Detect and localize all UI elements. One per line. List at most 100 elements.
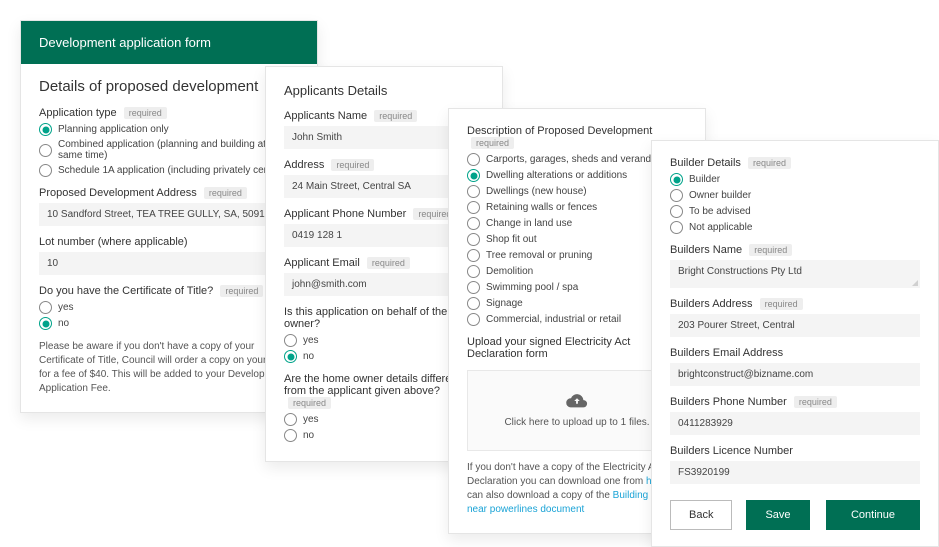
- builders-email-label: Builders Email Address: [670, 347, 920, 359]
- label-text: Proposed Development Address: [39, 187, 197, 199]
- radio-label: Retaining walls or fences: [486, 202, 597, 213]
- radio-icon: [670, 189, 683, 202]
- radio-icon: [467, 281, 480, 294]
- radio-label: no: [303, 351, 314, 362]
- radio-icon: [467, 265, 480, 278]
- radio-selected-icon: [467, 169, 480, 182]
- back-button[interactable]: Back: [670, 500, 732, 530]
- builders-address-label: Builders Address required: [670, 298, 920, 310]
- builders-name-input[interactable]: Bright Constructions Pty Ltd: [670, 260, 920, 288]
- lot-number-input[interactable]: 10: [39, 252, 299, 275]
- certificate-note: Please be aware if you don't have a copy…: [39, 340, 299, 396]
- builders-licence-label: Builders Licence Number: [670, 445, 920, 457]
- proposed-address-input[interactable]: 10 Sandford Street, TEA TREE GULLY, SA, …: [39, 203, 299, 226]
- radio-label: Dwellings (new house): [486, 186, 587, 197]
- radio-label: Owner builder: [689, 190, 751, 201]
- radio-label: yes: [303, 335, 319, 346]
- radio-label: Schedule 1A application (including priva…: [58, 165, 291, 176]
- radio-selected-icon: [670, 173, 683, 186]
- required-tag: required: [748, 157, 791, 169]
- radio-builder[interactable]: Builder: [670, 173, 920, 186]
- radio-selected-icon: [39, 123, 52, 136]
- radio-owner-builder[interactable]: Owner builder: [670, 189, 920, 202]
- radio-icon: [467, 201, 480, 214]
- radio-label: no: [58, 318, 69, 329]
- continue-button[interactable]: Continue: [826, 500, 920, 530]
- radio-icon: [670, 205, 683, 218]
- required-tag: required: [374, 110, 417, 122]
- radio-not-applicable[interactable]: Not applicable: [670, 221, 920, 234]
- builders-address-input[interactable]: 203 Pourer Street, Central: [670, 314, 920, 337]
- form-header: Development application form: [21, 21, 317, 64]
- radio-label: Builder: [689, 174, 720, 185]
- radio-to-be-advised[interactable]: To be advised: [670, 205, 920, 218]
- label-text: Address: [284, 159, 324, 171]
- radio-schedule-1a[interactable]: Schedule 1A application (including priva…: [39, 164, 299, 177]
- radio-label: Dwelling alterations or additions: [486, 170, 627, 181]
- builders-name-label: Builders Name required: [670, 244, 920, 256]
- save-button[interactable]: Save: [746, 500, 809, 530]
- radio-cert-yes[interactable]: yes: [39, 301, 299, 314]
- required-tag: required: [204, 187, 247, 199]
- required-tag: required: [367, 257, 410, 269]
- radio-label: To be advised: [689, 206, 751, 217]
- builders-phone-label: Builders Phone Number required: [670, 396, 920, 408]
- required-tag: required: [794, 396, 837, 408]
- radio-icon: [467, 217, 480, 230]
- radio-label: yes: [58, 302, 74, 313]
- required-tag: required: [749, 244, 792, 256]
- certificate-title-label: Do you have the Certificate of Title? re…: [39, 285, 299, 297]
- radio-selected-icon: [39, 317, 52, 330]
- radio-icon: [670, 221, 683, 234]
- radio-icon: [284, 334, 297, 347]
- builders-phone-input[interactable]: 0411283929: [670, 412, 920, 435]
- required-tag: required: [471, 137, 514, 149]
- builders-licence-input[interactable]: FS3920199: [670, 461, 920, 484]
- label-text: Builders Name: [670, 244, 742, 256]
- label-text: Applicant Email: [284, 257, 360, 269]
- radio-label: Combined application (planning and build…: [58, 139, 299, 161]
- upload-text: Click here to upload up to 1 files.: [504, 417, 649, 428]
- radio-icon: [467, 297, 480, 310]
- builders-email-input[interactable]: brightconstruct@bizname.com: [670, 363, 920, 386]
- label-text: Applicant Phone Number: [284, 208, 406, 220]
- radio-icon: [39, 144, 52, 157]
- section-title: Applicants Details: [284, 83, 484, 98]
- radio-icon: [284, 413, 297, 426]
- label-text: Do you have the Certificate of Title?: [39, 285, 213, 297]
- radio-label: Carports, garages, sheds and verandahs: [486, 154, 667, 165]
- label-text: Applicants Name: [284, 110, 367, 122]
- radio-icon: [39, 301, 52, 314]
- radio-label: Signage: [486, 298, 523, 309]
- radio-label: Demolition: [486, 266, 533, 277]
- radio-icon: [284, 429, 297, 442]
- label-text: Builder Details: [670, 157, 741, 169]
- label-text: Application type: [39, 107, 117, 119]
- label-text: Builders Phone Number: [670, 396, 787, 408]
- label-text: Description of Proposed Development: [467, 125, 652, 137]
- radio-icon: [467, 153, 480, 166]
- required-tag: required: [124, 107, 167, 119]
- builder-details-label: Builder Details required: [670, 157, 920, 169]
- radio-label: Planning application only: [58, 124, 169, 135]
- radio-label: Commercial, industrial or retail: [486, 314, 621, 325]
- radio-label: yes: [303, 414, 319, 425]
- radio-planning-only[interactable]: Planning application only: [39, 123, 299, 136]
- radio-icon: [467, 313, 480, 326]
- proposed-address-label: Proposed Development Address required: [39, 187, 299, 199]
- cloud-upload-icon: [566, 393, 588, 409]
- note-part: If you don't have a copy of the Electric…: [467, 462, 662, 487]
- radio-label: Not applicable: [689, 222, 752, 233]
- required-tag: required: [760, 298, 803, 310]
- radio-combined[interactable]: Combined application (planning and build…: [39, 139, 299, 161]
- required-tag: required: [331, 159, 374, 171]
- radio-icon: [467, 249, 480, 262]
- radio-icon: [467, 233, 480, 246]
- application-type-label: Application type required: [39, 107, 299, 119]
- radio-label: no: [303, 430, 314, 441]
- radio-icon: [39, 164, 52, 177]
- panel-builder-details: Builder Details required Builder Owner b…: [651, 140, 939, 547]
- radio-selected-icon: [284, 350, 297, 363]
- label-text: Builders Address: [670, 298, 753, 310]
- radio-cert-no[interactable]: no: [39, 317, 299, 330]
